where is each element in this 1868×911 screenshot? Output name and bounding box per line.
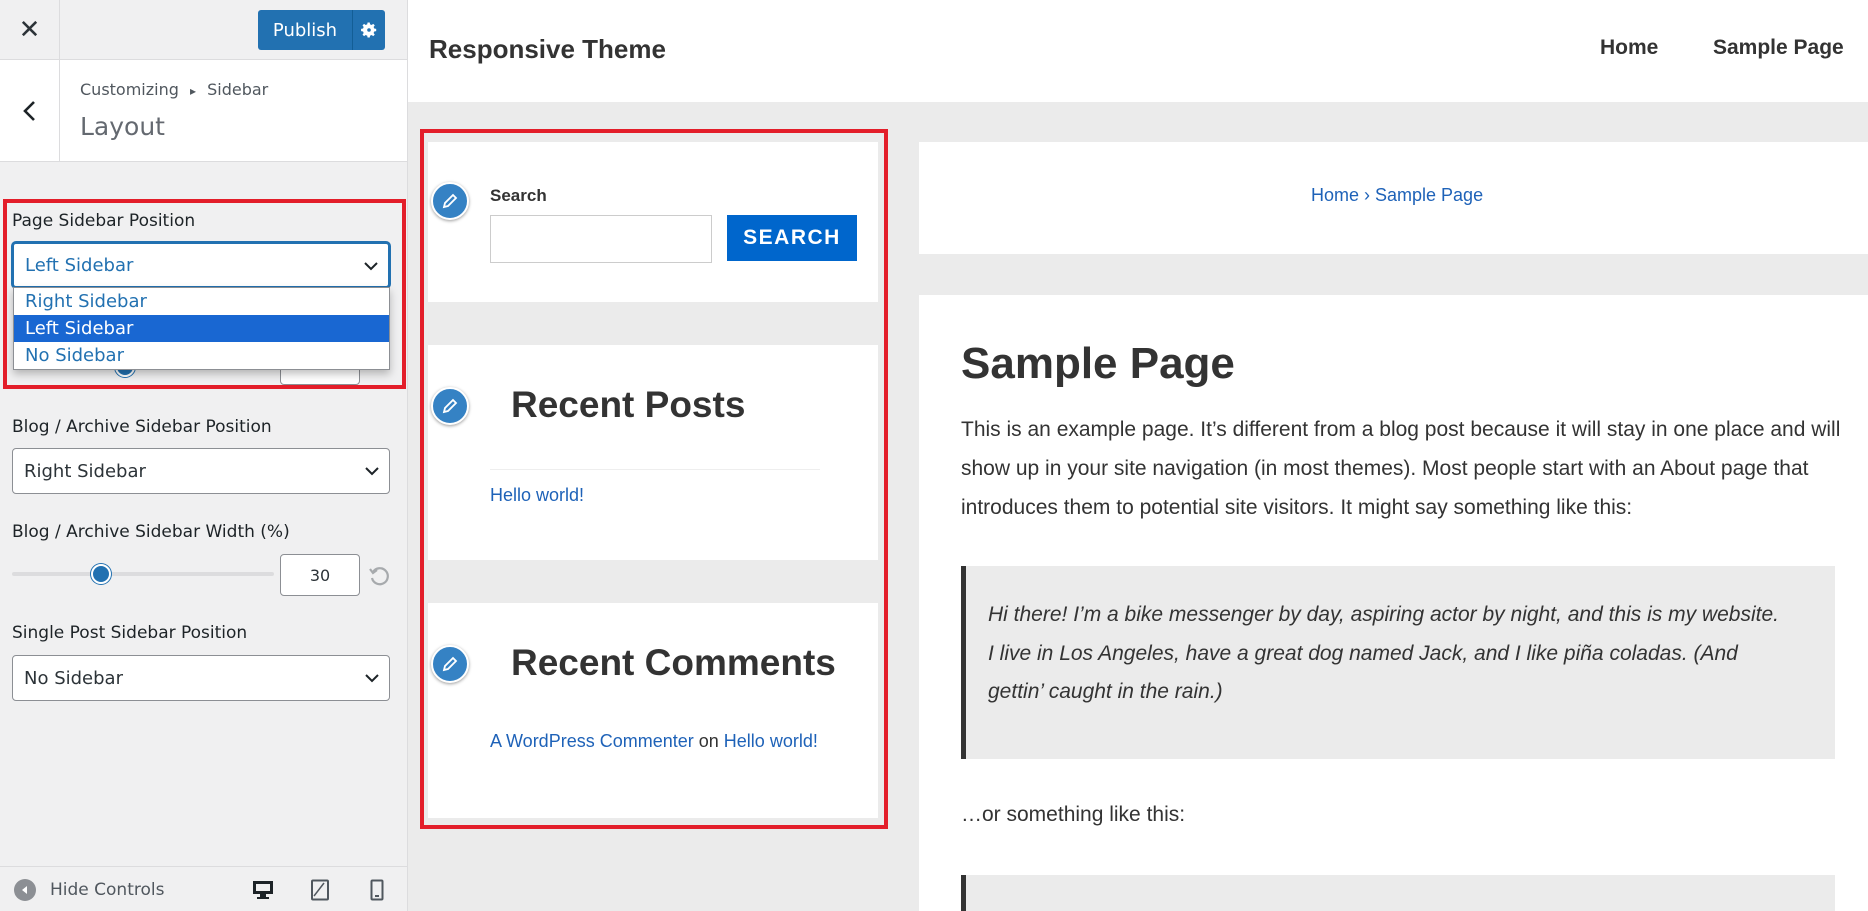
- dropdown-option-right-sidebar[interactable]: Right Sidebar: [14, 288, 389, 315]
- edit-widget-button[interactable]: [431, 182, 469, 220]
- recent-post-link[interactable]: Hello world!: [490, 485, 584, 506]
- mobile-preview-button[interactable]: [362, 877, 392, 903]
- mobile-icon: [370, 879, 384, 901]
- site-title[interactable]: Responsive Theme: [429, 34, 666, 65]
- recent-comments-title: Recent Comments: [511, 642, 836, 683]
- single-post-sidebar-position-select[interactable]: No Sidebar: [12, 655, 390, 701]
- recent-posts-title: Recent Posts: [511, 384, 746, 425]
- gear-icon: [361, 22, 377, 38]
- reset-icon[interactable]: [368, 565, 390, 587]
- customizer-header: ✕ Publish: [0, 0, 407, 60]
- search-button[interactable]: SEARCH: [727, 215, 857, 261]
- tablet-preview-button[interactable]: [305, 877, 335, 903]
- close-icon: ✕: [18, 14, 41, 45]
- pencil-icon: [442, 193, 458, 209]
- section-title: Layout: [80, 112, 165, 141]
- breadcrumb-separator: ▸: [189, 84, 197, 98]
- chevron-left-icon: [22, 100, 35, 121]
- search-widget: Search SEARCH: [428, 142, 878, 302]
- breadcrumb-section: Sidebar: [207, 80, 269, 99]
- hide-controls-label: Hide Controls: [50, 880, 165, 900]
- comment-post-link[interactable]: Hello world!: [724, 731, 818, 751]
- edit-widget-button[interactable]: [431, 387, 469, 425]
- edit-widget-button[interactable]: [431, 645, 469, 683]
- page-content: Sample Page This is an example page. It’…: [919, 295, 1868, 911]
- tablet-icon: [311, 879, 329, 901]
- desktop-icon: [253, 881, 273, 899]
- customizer-footer: Hide Controls: [0, 866, 407, 911]
- divider: [490, 469, 820, 470]
- page-sidebar-position-value: Left Sidebar: [25, 254, 134, 276]
- collapse-icon: [14, 879, 36, 901]
- site-breadcrumb[interactable]: Home › Sample Page: [1311, 185, 1483, 206]
- chevron-down-icon: [365, 467, 379, 476]
- hide-controls-button[interactable]: Hide Controls: [14, 879, 164, 901]
- single-post-sidebar-position-label: Single Post Sidebar Position: [12, 623, 248, 643]
- pencil-icon: [442, 398, 458, 414]
- dropdown-option-no-sidebar[interactable]: No Sidebar: [14, 342, 389, 369]
- blog-archive-sidebar-width-slider[interactable]: [12, 572, 274, 576]
- breadcrumb-root: Customizing: [80, 80, 179, 99]
- publish-settings-button[interactable]: [352, 10, 385, 50]
- search-widget-label: Search: [490, 186, 547, 205]
- publish-button[interactable]: Publish: [258, 10, 352, 50]
- blog-archive-sidebar-position-label: Blog / Archive Sidebar Position: [12, 417, 272, 437]
- search-input[interactable]: [490, 215, 712, 263]
- blockquote: Hi there! I’m a bike messenger by day, a…: [961, 566, 1835, 759]
- site-preview: Responsive Theme Home Sample Page Search…: [408, 0, 1868, 911]
- single-post-sidebar-position-value: No Sidebar: [24, 667, 123, 689]
- desktop-preview-button[interactable]: [248, 877, 278, 903]
- customizer-breadcrumb: Customizing ▸ Sidebar: [80, 80, 268, 99]
- comment-author-link[interactable]: A WordPress Commenter: [490, 731, 694, 751]
- page-or-paragraph: …or something like this:: [961, 803, 1186, 826]
- blockquote-2: [961, 875, 1835, 911]
- comment-connector: on: [698, 731, 719, 751]
- chevron-down-icon: [365, 674, 379, 683]
- chevron-down-icon: [364, 262, 378, 271]
- dropdown-option-left-sidebar[interactable]: Left Sidebar: [14, 315, 389, 342]
- recent-comments-widget: Recent Comments A WordPress Commenter on…: [428, 603, 878, 818]
- blog-archive-sidebar-width-label: Blog / Archive Sidebar Width (%): [12, 522, 290, 542]
- page-title: Sample Page: [961, 339, 1235, 388]
- close-customizer-button[interactable]: ✕: [0, 0, 60, 59]
- blockquote-text: Hi there! I’m a bike messenger by day, a…: [988, 603, 1779, 703]
- site-header: Responsive Theme Home Sample Page: [408, 0, 1868, 102]
- page-sidebar-position-label: Page Sidebar Position: [12, 211, 196, 231]
- customizer-panel: ✕ Publish Customizing ▸ Sidebar Layout P…: [0, 0, 408, 911]
- section-header: Customizing ▸ Sidebar Layout: [0, 60, 407, 162]
- back-button[interactable]: [0, 60, 60, 161]
- blog-archive-sidebar-width-slider-handle[interactable]: [91, 564, 111, 584]
- recent-posts-widget: Recent Posts Hello world!: [428, 345, 878, 560]
- breadcrumb-box: Home › Sample Page: [919, 142, 1868, 254]
- pencil-icon: [442, 656, 458, 672]
- blog-archive-sidebar-width-input[interactable]: 30: [280, 554, 360, 596]
- page-sidebar-position-select[interactable]: Left Sidebar: [12, 242, 390, 288]
- recent-comment-item: A WordPress Commenter on Hello world!: [490, 731, 818, 752]
- nav-item-sample-page[interactable]: Sample Page: [1713, 36, 1844, 60]
- page-intro-paragraph: This is an example page. It’s different …: [961, 418, 1841, 519]
- blog-archive-sidebar-position-value: Right Sidebar: [24, 460, 146, 482]
- blog-archive-sidebar-position-select[interactable]: Right Sidebar: [12, 448, 390, 494]
- nav-item-home[interactable]: Home: [1600, 36, 1658, 60]
- page-sidebar-position-dropdown: Right Sidebar Left Sidebar No Sidebar: [13, 287, 390, 370]
